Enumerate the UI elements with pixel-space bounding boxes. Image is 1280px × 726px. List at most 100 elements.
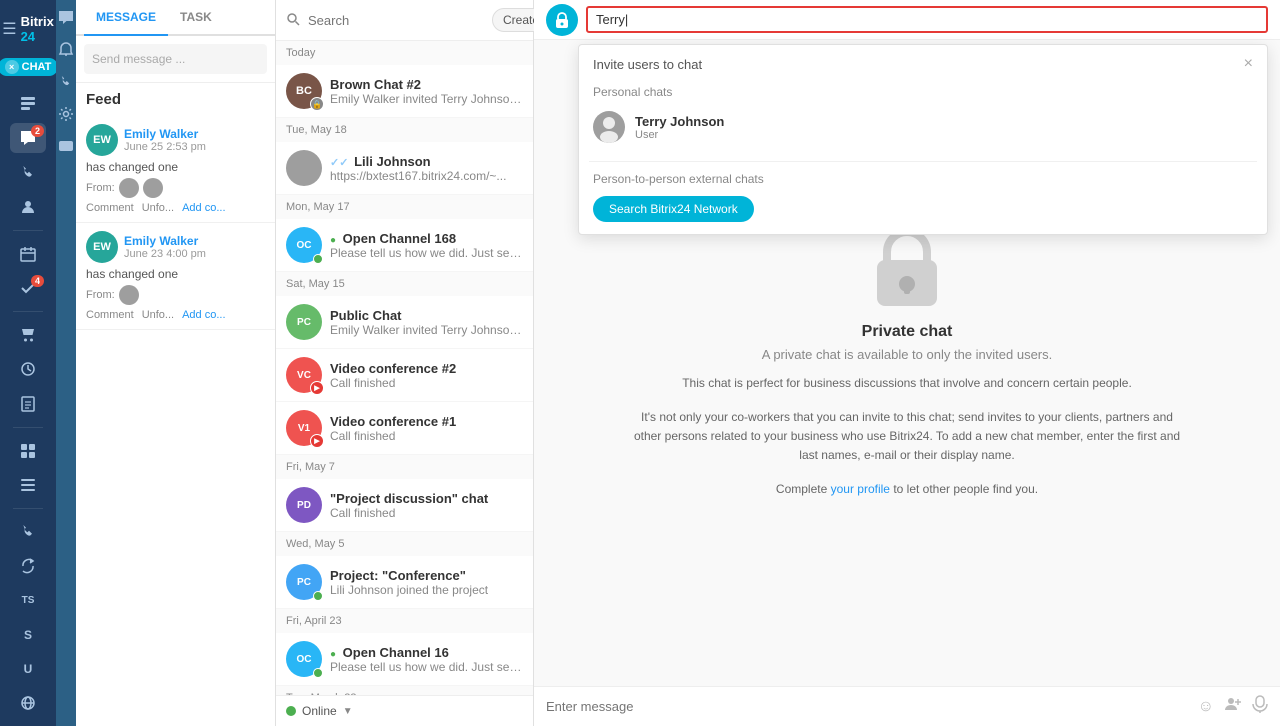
send-message-box[interactable]: Send message ... <box>84 44 267 74</box>
add-user-icon[interactable] <box>1224 695 1242 718</box>
sidebar-separator-4 <box>13 508 43 509</box>
chat-item-projectdiscussion[interactable]: PD "Project discussion" chat Call finish… <box>276 479 533 532</box>
sidebar-icon-globe[interactable] <box>10 688 46 718</box>
add-comment-btn[interactable]: Add co... <box>182 202 225 214</box>
chat-item-openchannel168[interactable]: OC ● Open Channel 168 Please tell us how… <box>276 219 533 272</box>
app-logo: Bitrix 24 <box>21 14 54 44</box>
your-profile-link[interactable]: your profile <box>831 482 890 496</box>
message-input[interactable] <box>546 699 1188 714</box>
chat-badge[interactable]: × CHAT <box>0 58 58 76</box>
feed-from-row: From: <box>86 178 265 198</box>
feed-item-name[interactable]: Emily Walker <box>124 127 206 141</box>
chat-search-input[interactable] <box>586 6 1268 33</box>
chat-avatar-public: PC <box>286 304 322 340</box>
chat-bubble-nav-icon[interactable] <box>56 8 76 28</box>
chat-info-oc168: ● Open Channel 168 Please tell us how we… <box>330 231 523 260</box>
feed-item: EW Emily Walker June 25 2:53 pm has chan… <box>76 116 275 223</box>
chat-item-brown-chat[interactable]: BC 🔒 Brown Chat #2 Emily Walker invited … <box>276 65 533 118</box>
terry-avatar <box>593 111 625 143</box>
tab-task[interactable]: TASK <box>168 0 224 36</box>
sidebar-icon-time[interactable] <box>10 354 46 384</box>
check-icon: ✓✓ <box>330 157 348 169</box>
search-input[interactable] <box>308 13 484 28</box>
feed-item-actions: Comment Unfo... Add co... <box>86 202 265 214</box>
unfollow-button[interactable]: Unfo... <box>142 202 174 214</box>
emoji-icon[interactable]: ☺ <box>1198 698 1214 716</box>
terry-johnson-invite-item[interactable]: Terry Johnson User <box>589 105 1257 149</box>
sidebar-icon-s[interactable]: S <box>10 619 46 649</box>
invite-header: Invite users to chat × <box>579 45 1267 81</box>
chat-preview-oc168: Please tell us how we did. Just sen... <box>330 246 523 260</box>
chat-info-pd: "Project discussion" chat Call finished <box>330 491 523 520</box>
date-separator-may7: Fri, May 7 <box>276 455 533 479</box>
main-chat-area: Invite users to chat × Personal chats Te… <box>534 0 1280 726</box>
feed-from-label: From: <box>86 182 115 194</box>
hamburger-icon[interactable]: ☰ <box>2 19 16 39</box>
feed-from-row-2: From: <box>86 285 265 305</box>
sidebar-icon-contacts[interactable] <box>10 192 46 222</box>
chat-info-vc2: Video conference #2 Call finished <box>330 361 523 390</box>
online-badge <box>313 254 323 264</box>
feed-item-name-2[interactable]: Emily Walker <box>124 234 206 248</box>
personal-chats-label: Personal chats <box>589 81 1257 105</box>
search-icon <box>286 12 300 29</box>
sidebar-icon-sync[interactable] <box>10 551 46 581</box>
phone-nav-icon[interactable] <box>56 72 76 92</box>
bell-nav-icon[interactable] <box>56 40 76 60</box>
feed-item-actions-2: Comment Unfo... Add co... <box>86 309 265 321</box>
sidebar-icon-tasks[interactable]: 4 <box>10 273 46 303</box>
channels-nav-icon[interactable] <box>56 136 76 156</box>
chat-name: Brown Chat #2 <box>330 77 523 92</box>
sidebar-icon-chat[interactable]: 2 <box>10 123 46 153</box>
chat-avatar-lili <box>286 150 322 186</box>
chat-item-public[interactable]: PC Public Chat Emily Walker invited Terr… <box>276 296 533 349</box>
mic-icon[interactable] <box>1252 695 1268 718</box>
tab-message[interactable]: MESSAGE <box>84 0 168 36</box>
chat-info-conf: Project: "Conference" Lili Johnson joine… <box>330 568 523 597</box>
feed-item-time-2: June 23 4:00 pm <box>124 248 206 260</box>
sidebar-icon-store[interactable] <box>10 320 46 350</box>
sidebar-icon-ts[interactable]: TS <box>10 585 46 615</box>
feed-items-list: EW Emily Walker June 25 2:53 pm has chan… <box>76 116 275 726</box>
online-badge-conf <box>313 591 323 601</box>
chat-preview-pd: Call finished <box>330 506 523 520</box>
comment-button-2[interactable]: Comment <box>86 309 134 321</box>
sidebar-icon-phone2[interactable] <box>10 517 46 547</box>
date-separator-may5: Wed, May 5 <box>276 532 533 556</box>
private-chat-subtitle: A private chat is available to only the … <box>762 347 1053 362</box>
unfollow-button-2[interactable]: Unfo... <box>142 309 174 321</box>
sidebar-icon-calendar[interactable] <box>10 239 46 269</box>
avatar: EW <box>86 124 118 156</box>
sidebar-icon-u[interactable]: U <box>10 654 46 684</box>
chat-item-conference[interactable]: PC Project: "Conference" Lili Johnson jo… <box>276 556 533 609</box>
sidebar-icon-phone[interactable] <box>10 157 46 187</box>
close-chat-icon[interactable]: × <box>5 60 19 74</box>
feed-send-area: Send message ... <box>76 36 275 83</box>
invite-personal-section: Personal chats Terry Johnson User <box>579 81 1267 157</box>
settings-nav-icon[interactable] <box>56 104 76 124</box>
invite-dropdown: Invite users to chat × Personal chats Te… <box>578 44 1268 235</box>
comment-button[interactable]: Comment <box>86 202 134 214</box>
chat-info-public: Public Chat Emily Walker invited Terry J… <box>330 308 523 337</box>
invite-title: Invite users to chat <box>593 57 702 72</box>
invite-close-button[interactable]: × <box>1244 55 1253 73</box>
search-b24-button[interactable]: Search Bitrix24 Network <box>593 196 754 222</box>
chat-avatar-vc1: V1 ▶ <box>286 410 322 446</box>
chat-item-vc2[interactable]: VC ▶ Video conference #2 Call finished <box>276 349 533 402</box>
private-chat-title: Private chat <box>862 323 953 341</box>
chat-item-vc1[interactable]: V1 ▶ Video conference #1 Call finished <box>276 402 533 455</box>
chat-item-oc16[interactable]: OC ● Open Channel 16 Please tell us how … <box>276 633 533 686</box>
sidebar-icon-docs[interactable] <box>10 388 46 418</box>
chat-preview-oc16: Please tell us how we did. Just sen... <box>330 660 523 674</box>
sidebar-separator-3 <box>13 427 43 428</box>
chat-item-lili[interactable]: ✓✓ Lili Johnson https://bxtest167.bitrix… <box>276 142 533 195</box>
sidebar-icon-grid[interactable] <box>10 436 46 466</box>
chat-name-lili: ✓✓ Lili Johnson <box>330 154 523 169</box>
sidebar-icon-feed[interactable] <box>10 89 46 119</box>
private-chat-desc1: This chat is perfect for business discus… <box>682 374 1132 393</box>
chat-avatar-vc2: VC ▶ <box>286 357 322 393</box>
sidebar-icon-list2[interactable] <box>10 470 46 500</box>
feed-item-text-2: has changed one <box>86 267 265 281</box>
online-arrow-icon[interactable]: ▼ <box>343 706 353 717</box>
add-comment-btn-2[interactable]: Add co... <box>182 309 225 321</box>
